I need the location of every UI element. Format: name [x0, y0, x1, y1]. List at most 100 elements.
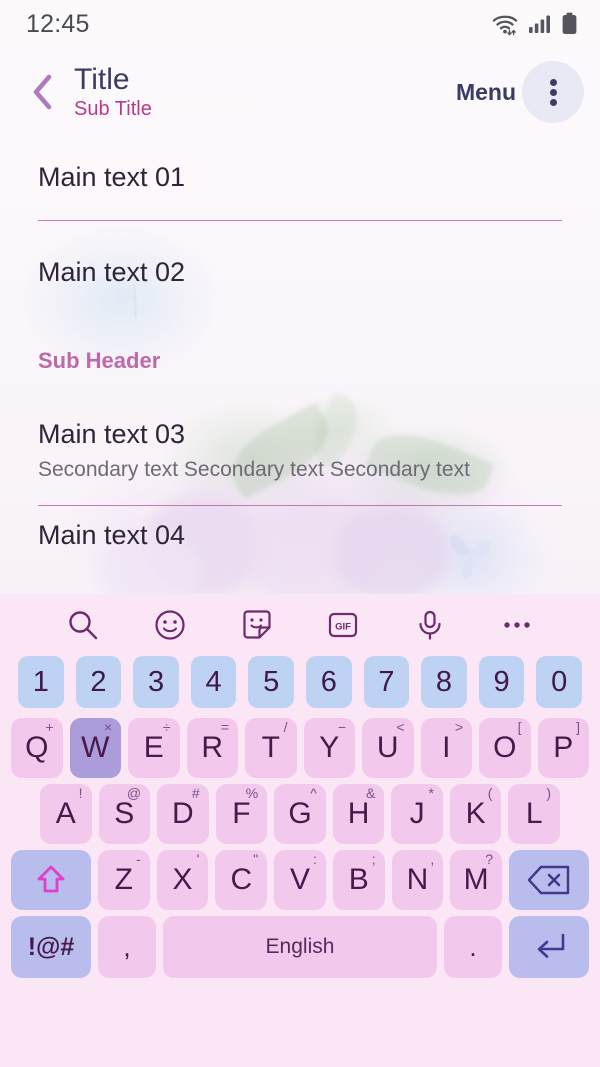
key-v[interactable]: :V	[274, 850, 326, 910]
key-6[interactable]: 6	[306, 656, 352, 708]
key-alt-label: #	[191, 785, 200, 801]
key-label: !@#	[27, 932, 75, 961]
period-key[interactable]: .	[444, 916, 502, 978]
key-u[interactable]: < U	[362, 718, 414, 778]
key-y[interactable]: − Y	[303, 718, 355, 778]
key-alt-label: '	[196, 851, 200, 867]
page-title: Title	[74, 63, 130, 97]
key-alt-label: ^	[310, 785, 317, 801]
key-k[interactable]: (K	[449, 784, 502, 844]
symbols-key[interactable]: !@#	[11, 916, 91, 978]
key-o[interactable]: [O	[479, 718, 531, 778]
key-alt-label: −	[337, 719, 346, 735]
key-s[interactable]: @ S	[98, 784, 151, 844]
key-2[interactable]: 2	[75, 656, 122, 708]
list-item-secondary-text: Secondary text Secondary text Secondary …	[38, 458, 470, 482]
key-label: 7	[378, 665, 395, 698]
key-d[interactable]: # D	[157, 784, 209, 844]
list-item[interactable]: Main text 03 Secondary text Secondary te…	[0, 397, 600, 505]
key-alt-label: !	[78, 785, 83, 801]
key-0[interactable]: 0	[536, 656, 582, 708]
key-w[interactable]: × W	[69, 718, 121, 778]
key-label: English	[265, 935, 335, 958]
key-g[interactable]: ^ G	[274, 784, 326, 844]
key-t[interactable]: / T	[245, 718, 297, 778]
key-5[interactable]: 5	[248, 656, 294, 708]
key-label: V	[289, 863, 310, 896]
keyboard-row-bottom: !@# , English .	[6, 916, 594, 978]
key-label: M	[463, 863, 489, 896]
key-3[interactable]: 3	[133, 656, 179, 708]
overflow-menu-button[interactable]	[522, 61, 584, 123]
key-p[interactable]: ] P	[537, 718, 589, 778]
key-h[interactable]: & H	[332, 784, 385, 844]
keyboard-row-qwerty: + Q × W ÷ E = R / T − Y < U > I [O ] P	[6, 718, 594, 778]
search-icon[interactable]	[60, 602, 106, 648]
keyboard-toolbar: GIF	[6, 594, 594, 656]
key-label: 3	[147, 665, 165, 698]
key-m[interactable]: ? M	[450, 850, 503, 910]
key-c[interactable]: " C	[215, 850, 268, 910]
key-alt-label: -	[136, 851, 141, 867]
key-alt-label: <	[396, 719, 405, 735]
key-alt-label: *	[428, 785, 434, 801]
wifi-icon	[492, 15, 518, 36]
key-7[interactable]: 7	[363, 656, 410, 708]
menu-button[interactable]: Menu	[456, 79, 516, 106]
key-label: K	[465, 797, 486, 830]
key-9[interactable]: 9	[478, 656, 525, 708]
list-item-main-text: Main text 01	[38, 162, 186, 193]
enter-key[interactable]	[509, 916, 589, 978]
key-f[interactable]: % F	[215, 784, 268, 844]
battery-icon	[562, 12, 577, 34]
backspace-key[interactable]	[509, 850, 590, 910]
key-label: T	[261, 731, 280, 764]
key-label: U	[376, 731, 399, 764]
key-8[interactable]: 8	[421, 656, 467, 708]
key-n[interactable]: ,N	[391, 850, 444, 910]
comma-key[interactable]: ,	[98, 916, 156, 978]
key-l[interactable]: ) L	[508, 784, 561, 844]
key-alt-label: ÷	[162, 719, 171, 735]
key-j[interactable]: * J	[391, 784, 443, 844]
keyboard-row-zxcv: -Z ' X " C :V ; B ,N ? M	[6, 850, 594, 910]
key-i[interactable]: > I	[420, 718, 472, 778]
back-button[interactable]	[22, 71, 64, 113]
virtual-keyboard: GIF 1 2 3 4 5 6 7 8 9 0 +Q ×W ÷E =R	[0, 594, 600, 1067]
list-sub-header-label: Sub Header	[38, 348, 161, 373]
key-alt-label: =	[220, 719, 229, 735]
key-4[interactable]: 4	[190, 656, 237, 708]
key-alt-label: [	[517, 719, 522, 735]
key-r[interactable]: = R	[186, 718, 238, 778]
list-item[interactable]: Main text 01	[0, 136, 600, 220]
key-label: Y	[319, 731, 340, 764]
microphone-icon[interactable]	[407, 602, 453, 648]
space-key[interactable]: English	[163, 916, 437, 978]
list-item[interactable]: Main text 04	[0, 506, 600, 566]
key-label: 4	[205, 665, 222, 698]
list-item-main-text: Main text 03	[38, 418, 186, 449]
svg-text:GIF: GIF	[335, 622, 351, 633]
key-label: Z	[114, 863, 133, 896]
key-label: B	[348, 863, 369, 896]
key-label: H	[347, 797, 370, 830]
key-a[interactable]: ! A	[39, 784, 92, 844]
key-x[interactable]: ' X	[156, 850, 209, 910]
list-item[interactable]: Main text 02	[0, 221, 600, 325]
shift-key[interactable]	[10, 850, 91, 910]
emoji-icon[interactable]	[147, 602, 193, 648]
key-q[interactable]: + Q	[11, 718, 63, 778]
key-alt-label: (	[487, 785, 493, 801]
more-horizontal-icon[interactable]	[494, 602, 540, 648]
key-alt-label: /	[283, 719, 288, 735]
key-z[interactable]: -Z	[97, 850, 150, 910]
page-subtitle: Sub Title	[74, 97, 152, 120]
key-1[interactable]: 1	[18, 656, 64, 708]
key-alt-label: )	[546, 785, 552, 801]
gif-icon[interactable]: GIF	[320, 602, 366, 648]
keyboard-row-numbers: 1 2 3 4 5 6 7 8 9 0	[6, 656, 594, 708]
key-b[interactable]: ; B	[332, 850, 385, 910]
sticker-icon[interactable]	[234, 602, 280, 648]
key-alt-label: :	[312, 851, 317, 867]
key-e[interactable]: ÷ E	[128, 718, 180, 778]
